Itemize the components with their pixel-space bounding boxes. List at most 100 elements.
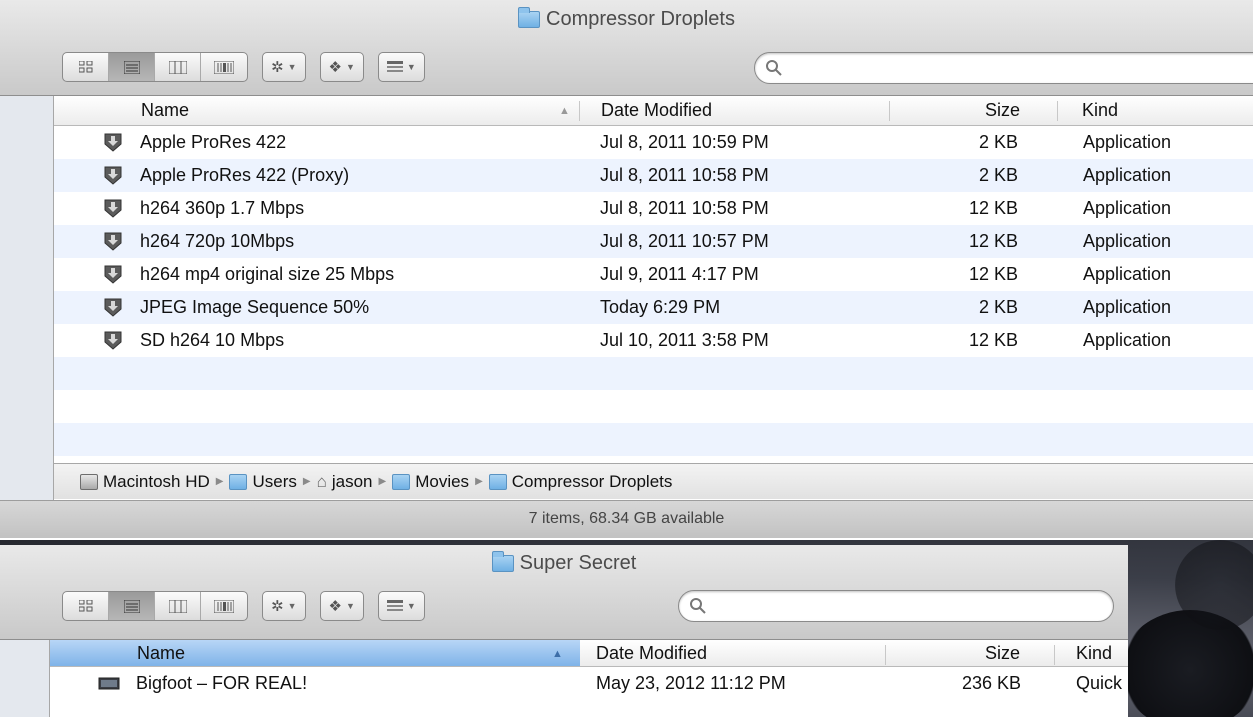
window-titlebar[interactable]: Compressor Droplets ✲ ▼ ❖ ▼ ▼: [0, 0, 1253, 96]
compressor-droplet-icon: [104, 298, 122, 317]
movie-file-icon: [98, 677, 120, 690]
cell-size: 236 KB: [961, 673, 1021, 693]
column-header-name[interactable]: Name: [141, 100, 189, 121]
view-mode-segmented-control: [62, 52, 248, 82]
action-menu-button[interactable]: ✲ ▼: [262, 591, 306, 621]
dropbox-icon: ❖: [328, 598, 342, 615]
column-header-kind[interactable]: Kind: [1082, 100, 1118, 121]
users-folder-icon: [229, 473, 248, 490]
cell-size: 2 KB: [978, 165, 1018, 185]
cell-name: SD h264 10 Mbps: [140, 330, 285, 350]
path-item-movies[interactable]: Movies: [392, 472, 469, 492]
coverflow-view-icon: [214, 599, 234, 613]
search-icon: [766, 60, 782, 76]
compressor-droplet-icon: [104, 265, 122, 284]
coverflow-view-button[interactable]: [201, 53, 247, 81]
column-divider: [1057, 101, 1058, 121]
cell-size: 2 KB: [978, 132, 1018, 152]
path-bar: Macintosh HD ▶ Users ▶ ⌂ jason ▶ Movies ▶…: [54, 463, 1253, 499]
path-item-label: jason: [331, 471, 373, 491]
action-menu-button[interactable]: ✲ ▼: [262, 52, 306, 82]
column-header-size[interactable]: Size: [985, 100, 1020, 121]
arrange-icon: [386, 61, 403, 72]
compressor-droplet-icon: [104, 232, 122, 251]
icon-view-icon: [78, 61, 92, 73]
icon-view-button[interactable]: [63, 592, 109, 620]
column-view-button[interactable]: [155, 53, 201, 81]
chevron-down-icon: ▼: [287, 62, 297, 72]
column-view-button[interactable]: [155, 592, 201, 620]
search-field[interactable]: [678, 590, 1114, 622]
table-row[interactable]: h264 360p 1.7 Mbps Jul 8, 2011 10:58 PM 12…: [54, 192, 1253, 225]
search-icon: [690, 598, 706, 614]
compressor-droplet-icon: [104, 166, 122, 185]
sort-ascending-icon: ▲: [552, 648, 563, 660]
path-item-macintosh-hd[interactable]: Macintosh HD: [80, 472, 210, 492]
empty-table-row: [54, 357, 1253, 390]
sidebar[interactable]: [0, 96, 54, 504]
column-header-name[interactable]: Name: [137, 643, 185, 664]
dropbox-menu-button[interactable]: ❖ ▼: [319, 52, 364, 82]
table-row[interactable]: h264 720p 10Mbps Jul 8, 2011 10:57 PM 12 K…: [54, 225, 1253, 258]
coverflow-view-icon: [214, 60, 234, 74]
table-row[interactable]: SD h264 10 Mbps Jul 10, 2011 3:58 PM 12 KB…: [54, 324, 1253, 357]
icon-view-icon: [78, 600, 92, 612]
cell-kind: Quick: [1076, 673, 1123, 693]
finder-window-super-secret: Super Secret ✲ ▼ ❖ ▼ ▼ Name ▲ Date Modif…: [0, 545, 1128, 717]
coverflow-view-button[interactable]: [201, 592, 247, 620]
cell-size: 2 KB: [978, 297, 1018, 317]
gear-icon: ✲: [271, 598, 284, 615]
path-item-users[interactable]: Users: [229, 472, 297, 492]
table-row[interactable]: Apple ProRes 422 (Proxy) Jul 8, 2011 10:5…: [54, 159, 1253, 192]
table-row[interactable]: h264 mp4 original size 25 Mbps Jul 9, 201…: [54, 258, 1253, 291]
window-titlebar[interactable]: Super Secret ✲ ▼ ❖ ▼ ▼: [0, 545, 1128, 640]
cell-name: Apple ProRes 422: [140, 132, 287, 152]
column-divider: [885, 645, 886, 665]
arrange-menu-button[interactable]: ▼: [377, 591, 425, 621]
path-item-compressor-droplets[interactable]: Compressor Droplets: [488, 472, 672, 492]
folder-icon: [488, 473, 507, 490]
cell-name: Bigfoot – FOR REAL!: [136, 673, 308, 693]
column-view-icon: [168, 599, 187, 613]
view-mode-segmented-control: [62, 591, 248, 621]
cell-name: h264 720p 10Mbps: [140, 231, 295, 251]
column-headers: Name ▲ Date Modified Size Kind: [50, 640, 1128, 667]
home-icon: ⌂: [316, 471, 327, 491]
search-field[interactable]: [754, 52, 1253, 84]
toolbar: ✲ ▼ ❖ ▼ ▼: [62, 591, 425, 621]
column-header-size[interactable]: Size: [985, 643, 1020, 664]
chevron-down-icon: ▼: [406, 601, 416, 611]
status-text: 7 items, 68.34 GB available: [528, 510, 725, 527]
cell-size: 12 KB: [968, 198, 1018, 218]
cell-name: h264 mp4 original size 25 Mbps: [140, 264, 395, 284]
cell-kind: Application: [1083, 132, 1172, 152]
table-row[interactable]: Bigfoot – FOR REAL! May 23, 2012 11:12 PM…: [50, 667, 1128, 700]
column-header-kind[interactable]: Kind: [1076, 643, 1112, 664]
sidebar[interactable]: [0, 640, 50, 717]
list-view-button[interactable]: [109, 592, 155, 620]
cell-date: Jul 8, 2011 10:57 PM: [600, 231, 769, 251]
icon-view-button[interactable]: [63, 53, 109, 81]
table-row[interactable]: JPEG Image Sequence 50% Today 6:29 PM 2 KB…: [54, 291, 1253, 324]
movies-folder-icon: [392, 473, 411, 490]
cell-date: Jul 8, 2011 10:59 PM: [600, 132, 769, 152]
column-header-date[interactable]: Date Modified: [596, 643, 707, 664]
cell-date: Jul 8, 2011 10:58 PM: [600, 165, 769, 185]
path-separator-icon: ▶: [475, 476, 483, 487]
cell-size: 12 KB: [968, 330, 1018, 350]
column-header-date[interactable]: Date Modified: [601, 100, 712, 121]
chevron-down-icon: ▼: [345, 62, 355, 72]
gear-icon: ✲: [271, 59, 284, 76]
arrange-menu-button[interactable]: ▼: [377, 52, 425, 82]
dropbox-menu-button[interactable]: ❖ ▼: [319, 591, 364, 621]
table-row[interactable]: Apple ProRes 422 Jul 8, 2011 10:59 PM 2 KB…: [54, 126, 1253, 159]
compressor-droplet-icon: [104, 199, 122, 218]
list-view-button[interactable]: [109, 53, 155, 81]
status-bar: 7 items, 68.34 GB available: [0, 500, 1253, 538]
folder-icon: [518, 7, 541, 28]
path-item-jason[interactable]: ⌂ jason: [317, 472, 373, 492]
cell-kind: Application: [1083, 198, 1172, 218]
compressor-droplet-icon: [104, 331, 122, 350]
path-separator-icon: ▶: [302, 476, 311, 487]
sort-ascending-icon: ▲: [559, 105, 570, 117]
